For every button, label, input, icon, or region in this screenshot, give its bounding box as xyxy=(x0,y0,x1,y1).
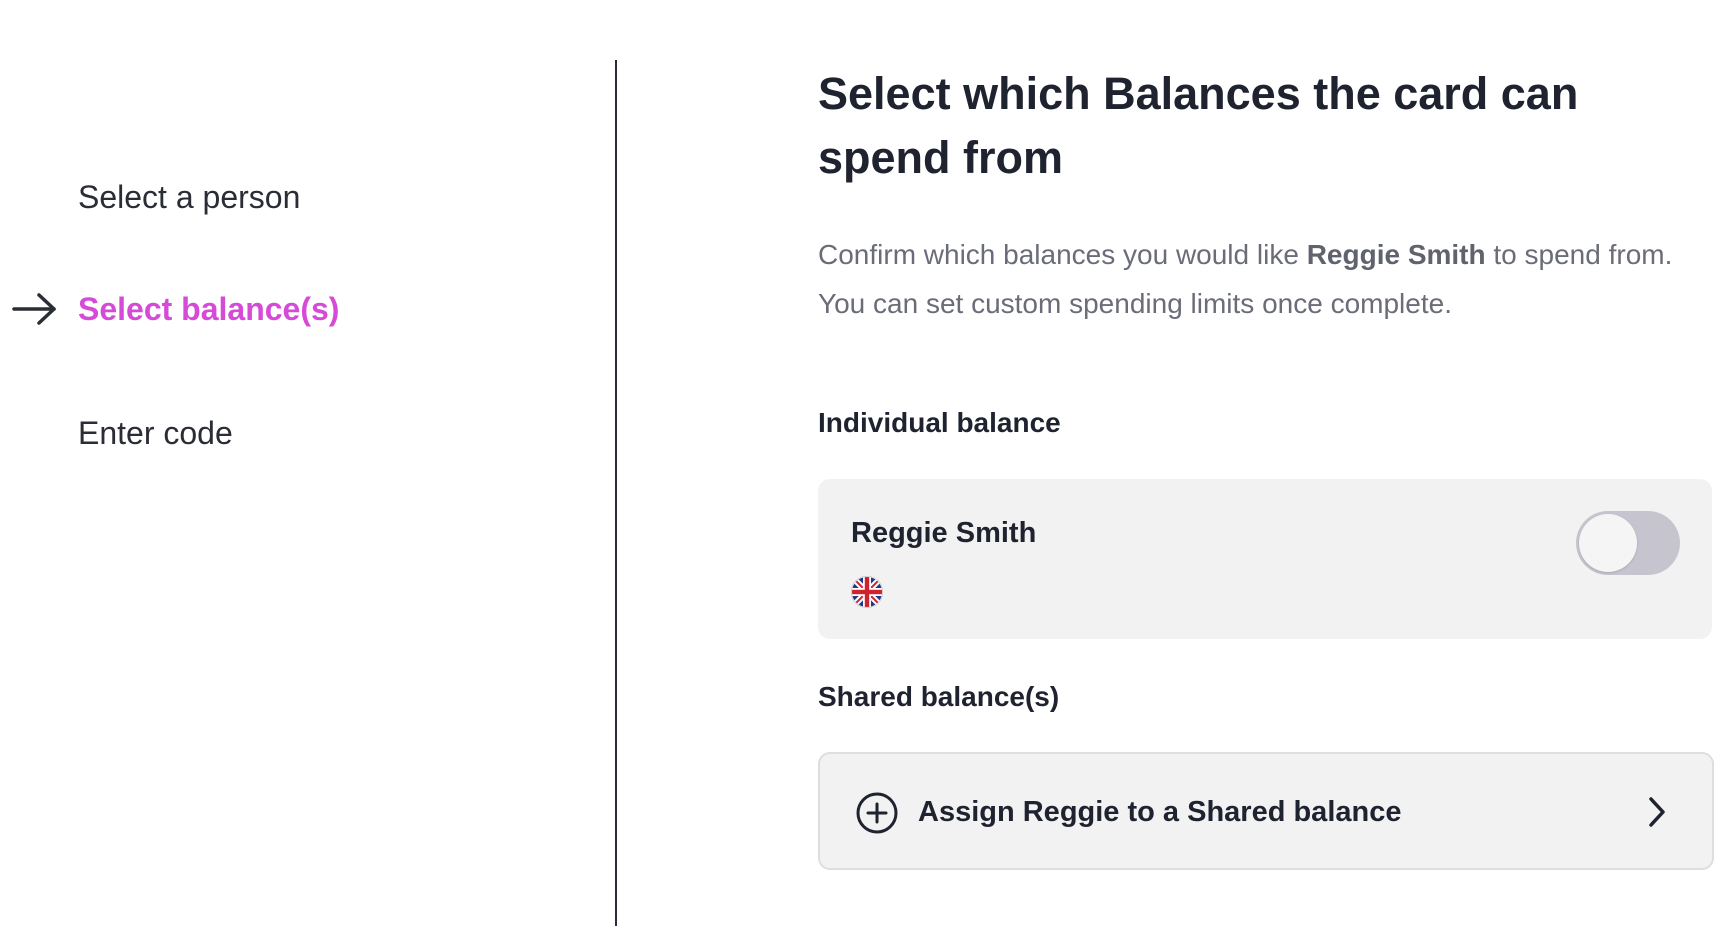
individual-balance-heading: Individual balance xyxy=(818,407,1061,438)
plus-circle-icon xyxy=(856,792,898,834)
step-select-person[interactable]: Select a person xyxy=(78,177,300,217)
individual-balance-card: Reggie Smith xyxy=(818,479,1712,639)
balance-owner-name: Reggie Smith xyxy=(851,517,1037,549)
stepper: Select a person Select balance(s) Enter … xyxy=(0,0,615,926)
page-description: Confirm which balances you would like Re… xyxy=(818,230,1714,328)
arrow-right-icon xyxy=(12,293,56,325)
description-person-name: Reggie Smith xyxy=(1306,239,1486,270)
page: Select a person Select balance(s) Enter … xyxy=(0,0,1732,926)
page-title: Select which Balances the card can spend… xyxy=(818,68,1579,183)
stepper-divider xyxy=(615,60,617,926)
shared-balances-heading: Shared balance(s) xyxy=(818,681,1060,712)
toggle-knob xyxy=(1579,514,1637,572)
step-enter-code[interactable]: Enter code xyxy=(78,413,233,453)
assign-shared-balance-label: Assign Reggie to a Shared balance xyxy=(918,796,1402,828)
step-select-balances[interactable]: Select balance(s) xyxy=(78,289,339,329)
assign-shared-balance-button[interactable]: Assign Reggie to a Shared balance xyxy=(818,752,1714,870)
uk-flag-icon xyxy=(851,576,883,608)
balance-toggle[interactable] xyxy=(1576,511,1680,575)
chevron-right-icon xyxy=(1649,797,1665,827)
description-prefix: Confirm which balances you would like xyxy=(818,239,1307,270)
